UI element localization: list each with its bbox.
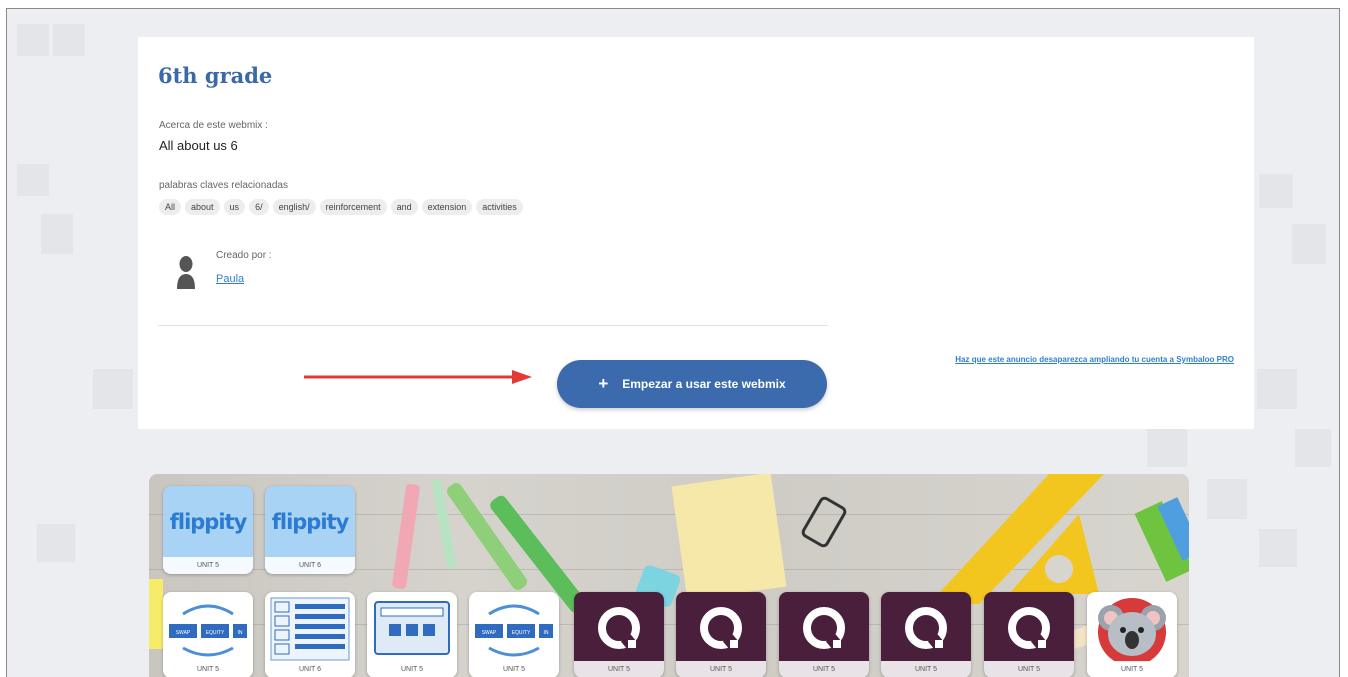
tile-label: UNIT 5 xyxy=(881,661,971,677)
keyword-tag[interactable]: activities xyxy=(476,199,523,215)
browser-viewport: 6th grade Acerca de este webmix : All ab… xyxy=(6,8,1340,677)
background-tile xyxy=(1259,174,1293,208)
keywords-label: palabras claves relacionadas xyxy=(159,180,288,191)
webmix-tile-koala[interactable]: UNIT 5 xyxy=(1087,592,1177,677)
keyword-tag[interactable]: about xyxy=(185,199,220,215)
red-arrow-icon xyxy=(304,370,532,384)
swap-equation-icon: SWAP EQUITY IN xyxy=(475,604,553,657)
binder-clip-decoration xyxy=(799,494,849,550)
worksheet-grid-icon xyxy=(270,597,350,661)
tile-label: UNIT 6 xyxy=(265,661,355,677)
swap-word: EQUITY xyxy=(206,630,225,636)
swap-word: SWAP xyxy=(176,630,191,636)
keyword-tag-list: All about us 6/ english/ reinforcement a… xyxy=(159,199,523,215)
background-tile xyxy=(1259,529,1297,567)
keyword-tag[interactable]: All xyxy=(159,199,182,215)
keyword-tag[interactable]: extension xyxy=(421,199,473,215)
tile-label: UNIT 5 xyxy=(163,661,253,677)
user-silhouette-icon xyxy=(177,256,195,289)
tile-label: UNIT 5 xyxy=(779,661,869,677)
keyword-tag[interactable]: us xyxy=(223,199,246,215)
webmix-tile-quizizz[interactable]: UNIT 5 xyxy=(881,592,971,677)
webmix-title: 6th grade xyxy=(158,63,273,88)
author-link[interactable]: Paula xyxy=(216,273,244,285)
about-value: All about us 6 xyxy=(159,138,238,153)
tile-label: UNIT 5 xyxy=(1087,661,1177,677)
webmix-info-card: 6th grade Acerca de este webmix : All ab… xyxy=(138,37,1254,429)
highlighter-decoration xyxy=(149,579,163,649)
tile-label: UNIT 5 xyxy=(574,661,664,677)
background-tile xyxy=(1257,369,1297,409)
start-webmix-label: Empezar a usar este webmix xyxy=(622,377,786,391)
tile-label: UNIT 5 xyxy=(469,661,559,677)
tile-label: UNIT 6 xyxy=(265,557,355,574)
notepad-decoration xyxy=(671,474,787,601)
background-tile xyxy=(1207,479,1247,519)
background-tile xyxy=(1147,429,1187,467)
quizizz-logo-icon xyxy=(905,607,947,653)
background-tile xyxy=(41,214,73,254)
webmix-tile-board: flippity UNIT 5 flippity UNIT 6 SWAP EQU… xyxy=(149,474,1189,677)
keyword-tag[interactable]: and xyxy=(390,199,418,215)
background-tile xyxy=(53,24,85,56)
swap-word: IN xyxy=(238,630,243,636)
flippity-logo-icon: flippity xyxy=(169,510,248,534)
webmix-tile-quizizz[interactable]: UNIT 5 xyxy=(779,592,869,677)
koala-icon xyxy=(1098,598,1166,662)
swap-word: SWAP xyxy=(482,630,497,636)
plus-icon: + xyxy=(598,374,609,393)
webmix-tile-quizizz[interactable]: UNIT 5 xyxy=(676,592,766,677)
swap-word: EQUITY xyxy=(512,630,531,636)
webmix-tile-worksheet[interactable]: UNIT 6 xyxy=(265,592,355,677)
webmix-tile-quizizz[interactable]: UNIT 5 xyxy=(984,592,1074,677)
quizizz-logo-icon xyxy=(803,607,845,653)
webmix-tile-quizizz[interactable]: UNIT 5 xyxy=(574,592,664,677)
divider xyxy=(158,325,828,326)
quizizz-logo-icon xyxy=(1008,607,1050,653)
tile-label: UNIT 5 xyxy=(367,661,457,677)
tile-label: UNIT 5 xyxy=(984,661,1074,677)
board-game-icon xyxy=(374,601,450,655)
webmix-tile-swap[interactable]: SWAP EQUITY IN UNIT 5 xyxy=(469,592,559,677)
tile-label: UNIT 5 xyxy=(676,661,766,677)
tile-label: UNIT 5 xyxy=(163,557,253,574)
background-tile xyxy=(93,369,133,409)
keyword-tag[interactable]: english/ xyxy=(272,199,316,215)
flippity-logo-icon: flippity xyxy=(271,510,350,534)
upgrade-pro-link[interactable]: Haz que este anuncio desaparezca amplian… xyxy=(836,354,1234,365)
keyword-tag[interactable]: 6/ xyxy=(249,199,269,215)
webmix-tile-swap[interactable]: SWAP EQUITY IN UNIT 5 xyxy=(163,592,253,677)
webmix-tile-flippity[interactable]: flippity UNIT 6 xyxy=(265,486,355,574)
background-tile xyxy=(1292,224,1326,264)
quizizz-logo-icon xyxy=(598,607,640,653)
about-label: Acerca de este webmix : xyxy=(159,120,268,131)
swap-word: IN xyxy=(544,630,549,636)
pencil-decoration xyxy=(391,483,421,590)
quizizz-logo-icon xyxy=(700,607,742,653)
webmix-tile-flippity[interactable]: flippity UNIT 5 xyxy=(163,486,253,574)
background-tile xyxy=(1295,429,1331,467)
swap-equation-icon: SWAP EQUITY IN xyxy=(169,604,247,657)
keyword-tag[interactable]: reinforcement xyxy=(319,199,387,215)
background-tile xyxy=(17,24,49,56)
start-webmix-button[interactable]: + Empezar a usar este webmix xyxy=(557,360,827,408)
webmix-tile-board-game[interactable]: UNIT 5 xyxy=(367,592,457,677)
created-by-label: Creado por : xyxy=(216,250,272,261)
background-tile xyxy=(37,524,75,562)
background-tile xyxy=(17,164,49,196)
